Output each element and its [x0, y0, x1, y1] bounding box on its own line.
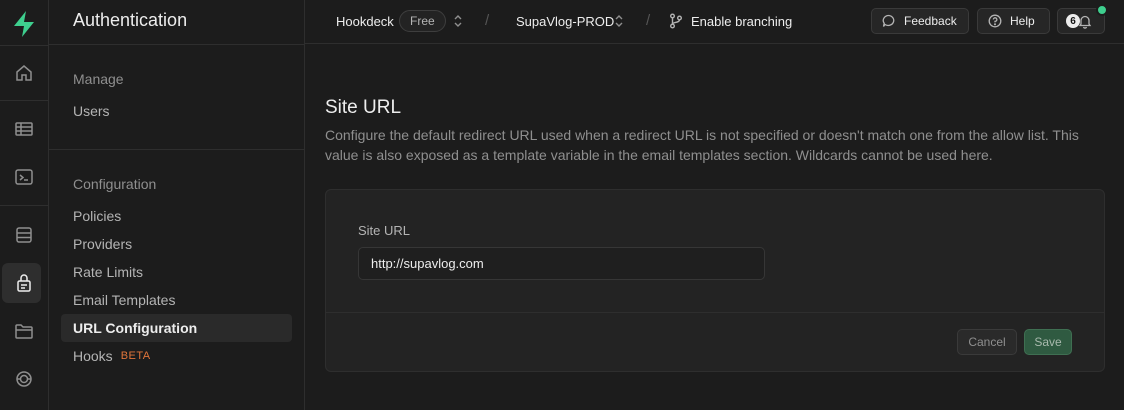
project-selector[interactable]: SupaVlog-PROD	[516, 14, 614, 29]
menu-item-email-templates[interactable]: Email Templates	[61, 286, 292, 314]
auth-icon	[17, 274, 31, 292]
menu-heading-configuration: Configuration	[73, 176, 157, 192]
menu-item-hooks[interactable]: Hooks BETA	[61, 342, 292, 370]
menu-item-label: Hooks	[73, 348, 113, 364]
rail-realtime[interactable]	[0, 359, 48, 399]
realtime-icon	[16, 371, 32, 387]
site-url-label: Site URL	[358, 223, 411, 238]
page-description: Configure the default redirect URL used …	[325, 127, 1079, 163]
menu-item-users[interactable]: Users	[61, 97, 292, 125]
page-title: Site URL	[325, 97, 402, 118]
menu-item-label: Users	[73, 103, 110, 119]
org-selector[interactable]: Hookdeck	[336, 14, 394, 29]
menu-item-providers[interactable]: Providers	[61, 230, 292, 258]
storage-icon	[15, 324, 33, 339]
cancel-button[interactable]: Cancel	[957, 329, 1017, 355]
help-button[interactable]: Help	[977, 8, 1050, 34]
breadcrumb-separator: /	[485, 12, 490, 29]
top-bar: Hookdeck Free / SupaVlog-PROD / Enable b…	[305, 0, 1124, 44]
supabase-logo[interactable]	[0, 4, 48, 44]
breadcrumb-separator: /	[646, 12, 651, 29]
rail-sql-editor[interactable]	[0, 157, 48, 197]
section-title: Authentication	[73, 10, 188, 30]
menu-item-label: URL Configuration	[73, 320, 198, 336]
database-icon	[16, 227, 32, 243]
rail-table-editor[interactable]	[0, 109, 48, 149]
chevron-updown-icon[interactable]	[614, 13, 624, 29]
supabase-logo-icon	[14, 11, 34, 37]
home-icon	[16, 65, 32, 81]
site-url-card: Site URL Cancel Save	[325, 189, 1105, 372]
feedback-label: Feedback	[904, 14, 957, 28]
menu-item-rate-limits[interactable]: Rate Limits	[61, 258, 292, 286]
menu-item-url-configuration[interactable]: URL Configuration	[61, 314, 292, 342]
icon-rail	[0, 0, 49, 410]
plan-badge: Free	[399, 10, 446, 32]
chat-bubble-icon	[882, 14, 895, 27]
menu-heading-manage: Manage	[73, 71, 124, 87]
bell-icon	[1078, 15, 1092, 29]
save-button[interactable]: Save	[1024, 329, 1072, 355]
rail-authentication[interactable]	[0, 263, 48, 303]
git-branch-icon	[670, 13, 682, 29]
sql-editor-icon	[15, 169, 33, 185]
menu-item-label: Email Templates	[73, 292, 176, 308]
menu-item-label: Policies	[73, 208, 122, 224]
chevron-updown-icon[interactable]	[453, 13, 463, 29]
help-label: Help	[1010, 14, 1035, 28]
rail-database[interactable]	[0, 215, 48, 255]
status-indicator	[1096, 4, 1108, 16]
enable-branching-button[interactable]: Enable branching	[691, 14, 792, 29]
menu-item-label: Providers	[73, 236, 133, 252]
rail-home[interactable]	[0, 53, 48, 93]
menu-item-policies[interactable]: Policies	[61, 202, 292, 230]
site-url-input[interactable]	[358, 247, 765, 280]
product-menu: Authentication Manage Users Configuratio…	[49, 0, 305, 410]
help-icon	[988, 14, 1002, 28]
menu-item-label: Rate Limits	[73, 264, 144, 280]
beta-badge: BETA	[120, 350, 151, 362]
table-editor-icon	[15, 122, 33, 136]
rail-storage[interactable]	[0, 311, 48, 351]
feedback-button[interactable]: Feedback	[871, 8, 969, 34]
